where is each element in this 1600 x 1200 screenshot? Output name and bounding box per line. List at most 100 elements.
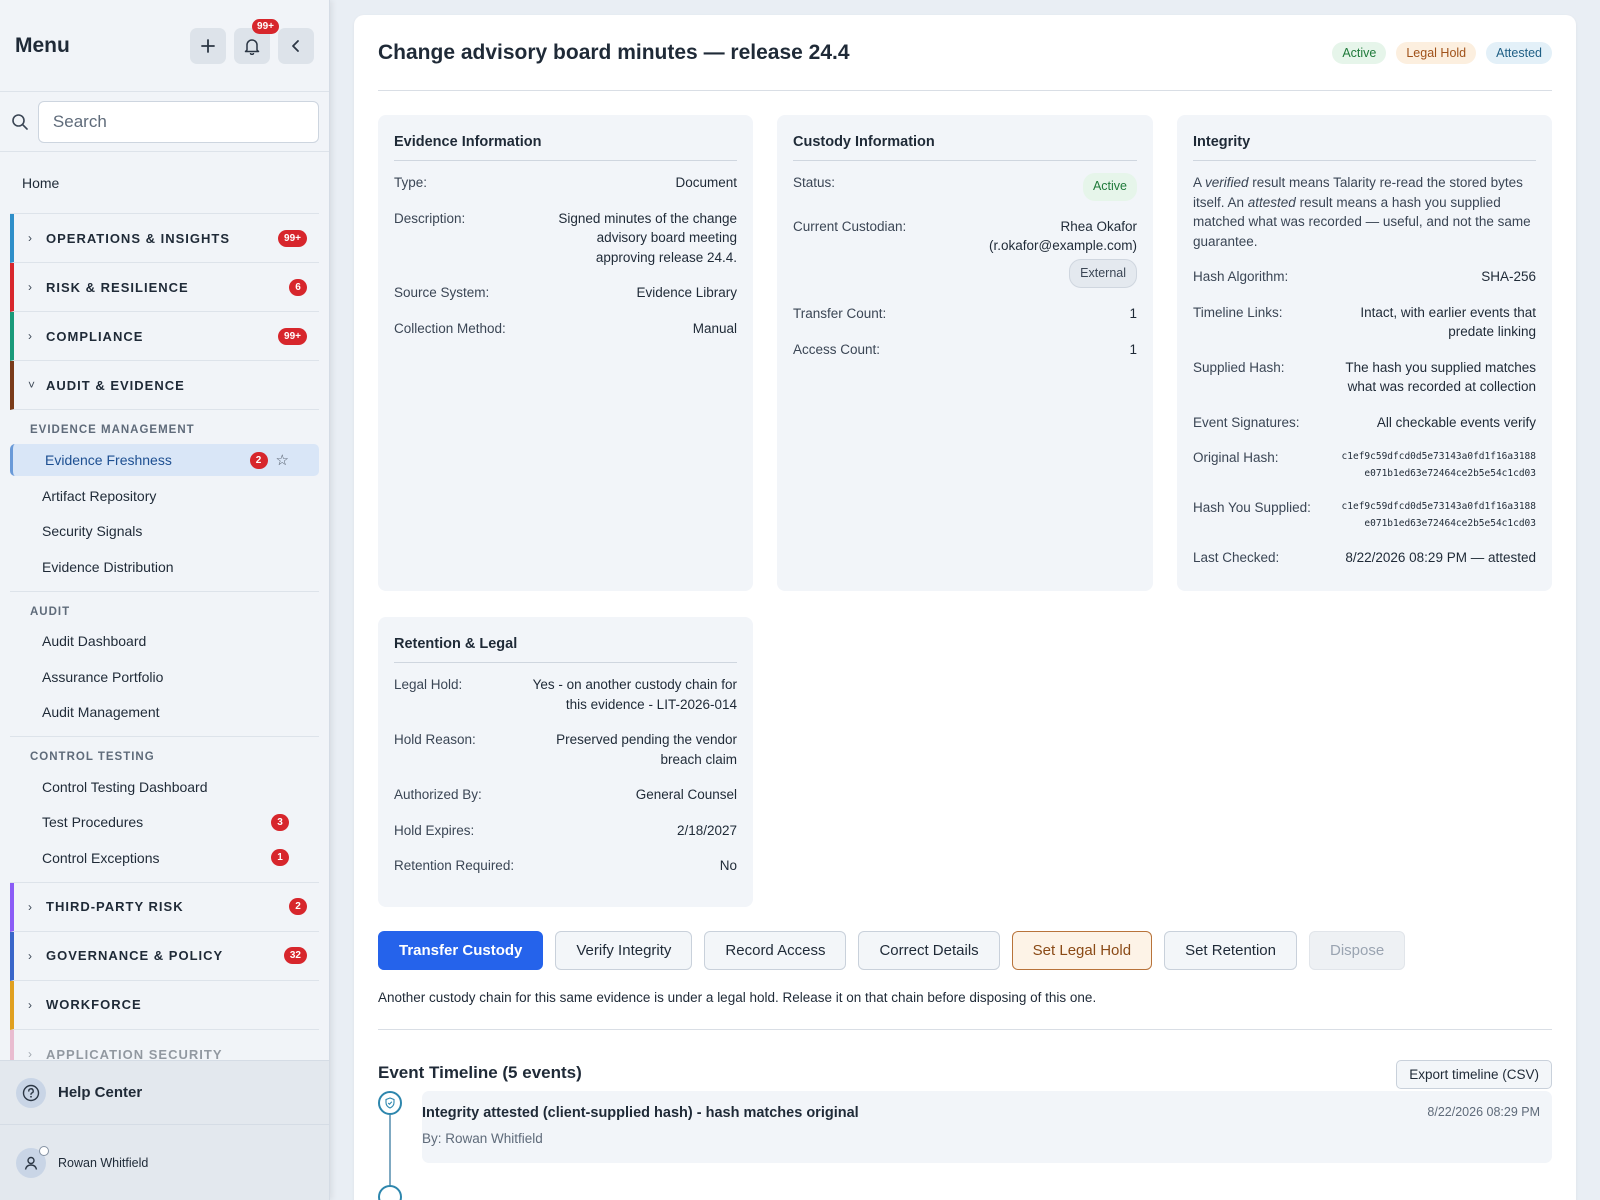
sidebar-item-home[interactable]: Home xyxy=(10,152,319,214)
sidebar-item-assurance-portfolio[interactable]: Assurance Portfolio xyxy=(10,659,319,695)
action-bar: Transfer Custody Verify Integrity Record… xyxy=(378,931,1552,970)
field-label: Transfer Count: xyxy=(793,306,887,321)
sidebar: Menu 99+ Home › OPERATIONS & INSIGHTS 99… xyxy=(0,0,330,1200)
section-third-party-risk[interactable]: › THIRD-PARTY RISK 2 xyxy=(10,882,319,932)
section-label: AUDIT & EVIDENCE xyxy=(46,377,185,393)
user-profile[interactable]: Rowan Whitfield xyxy=(0,1124,329,1200)
main-panel: Change advisory board minutes — release … xyxy=(354,15,1576,1200)
count-badge: 2 xyxy=(249,451,268,469)
timeline-header: Event Timeline (5 events) Export timelin… xyxy=(378,1056,1552,1089)
field-value: 1 xyxy=(1129,341,1137,357)
user-name: Rowan Whitfield xyxy=(58,1155,149,1170)
field-value: All checkable events verify xyxy=(1376,414,1536,430)
integrity-explainer: A verified result means Talarity re-read… xyxy=(1193,173,1536,251)
field-value: Intact, with earlier events that predate… xyxy=(1360,304,1536,340)
chevron-right-icon: › xyxy=(28,948,32,963)
item-label: Audit Dashboard xyxy=(42,633,147,650)
group-heading: AUDIT xyxy=(30,605,71,618)
sidebar-item-security-signals[interactable]: Security Signals xyxy=(10,514,319,550)
custodian-name: Rhea Okafor xyxy=(1060,218,1137,234)
count-badge: 3 xyxy=(271,813,289,831)
field-label: Timeline Links: xyxy=(1193,304,1283,320)
record-access-button[interactable]: Record Access xyxy=(704,931,847,970)
section-operations-insights[interactable]: › OPERATIONS & INSIGHTS 99+ xyxy=(10,214,319,263)
set-legal-hold-button[interactable]: Set Legal Hold xyxy=(1011,931,1153,970)
sidebar-item-artifact-repository[interactable]: Artifact Repository xyxy=(10,478,319,514)
section-workforce[interactable]: › WORKFORCE xyxy=(10,980,319,1030)
sidebar-item-audit-dashboard[interactable]: Audit Dashboard xyxy=(10,624,319,660)
sidebar-item-evidence-freshness[interactable]: Evidence Freshness 2 ☆ xyxy=(10,444,319,476)
timeline-event: Integrity attested (client-supplied hash… xyxy=(422,1091,1552,1163)
retention-legal-card: Retention & Legal Legal Hold: Yes - on an… xyxy=(378,617,753,907)
field-label: Hash You Supplied: xyxy=(1193,500,1311,515)
field-source-system: Source System: Evidence Library xyxy=(394,283,737,303)
correct-details-button[interactable]: Correct Details xyxy=(858,931,1000,970)
field-label: Status: xyxy=(793,175,836,190)
external-badge: External xyxy=(1069,258,1137,288)
help-icon xyxy=(16,1077,46,1108)
section-label: WORKFORCE xyxy=(46,997,142,1012)
notifications-button[interactable]: 99+ xyxy=(234,18,279,64)
item-label: Artifact Repository xyxy=(42,487,157,504)
sidebar-item-test-procedures[interactable]: Test Procedures 3 xyxy=(10,805,319,841)
sidebar-nav: Home › OPERATIONS & INSIGHTS 99+ › RISK … xyxy=(0,152,329,1079)
item-label: Control Exceptions xyxy=(42,849,160,866)
item-label: Security Signals xyxy=(42,523,143,540)
chevron-right-icon: › xyxy=(28,280,32,294)
sidebar-item-control-testing-dashboard[interactable]: Control Testing Dashboard xyxy=(10,769,319,805)
sidebar-item-audit-management[interactable]: Audit Management xyxy=(10,695,319,731)
status-badge: Active xyxy=(1082,173,1137,201)
chevron-right-icon: › xyxy=(28,329,32,343)
field-label: Legal Hold: xyxy=(394,677,463,692)
sidebar-item-evidence-distribution[interactable]: Evidence Distribution xyxy=(10,549,319,585)
sidebar-item-control-exceptions[interactable]: Control Exceptions 1 xyxy=(10,840,319,876)
field-collection-method: Collection Method: Manual xyxy=(394,319,737,339)
item-label: Test Procedures xyxy=(42,814,144,831)
field-value: Signed minutes of the change advisory bo… xyxy=(558,210,737,265)
help-center-link[interactable]: Help Center xyxy=(0,1060,329,1124)
chevron-right-icon: › xyxy=(28,1047,32,1061)
count-badge: 1 xyxy=(271,849,289,867)
star-icon[interactable]: ☆ xyxy=(276,451,289,469)
explainer-emphasis: attested xyxy=(1247,194,1296,210)
card-heading: Evidence Information xyxy=(394,115,737,161)
section-label: GOVERNANCE & POLICY xyxy=(46,948,224,963)
card-heading: Custody Information xyxy=(793,115,1137,161)
chevron-right-icon: › xyxy=(28,899,32,914)
export-timeline-button[interactable]: Export timeline (CSV) xyxy=(1396,1060,1552,1089)
collapse-sidebar-button[interactable] xyxy=(278,27,314,64)
add-button[interactable] xyxy=(190,27,226,64)
section-governance-policy[interactable]: › GOVERNANCE & POLICY 32 xyxy=(10,931,319,981)
field-label: Original Hash: xyxy=(1193,450,1279,465)
set-retention-button[interactable]: Set Retention xyxy=(1164,931,1297,970)
group-heading: EVIDENCE MANAGEMENT xyxy=(30,424,195,436)
info-cards: Evidence Information Type: Document Descr… xyxy=(378,115,1552,591)
verify-integrity-button[interactable]: Verify Integrity xyxy=(555,931,693,970)
evidence-information-card: Evidence Information Type: Document Descr… xyxy=(378,115,753,591)
field-legal-hold: Legal Hold: Yes - on another custody chai… xyxy=(394,675,737,714)
group-heading: CONTROL TESTING xyxy=(30,751,155,763)
field-value: Manual xyxy=(692,320,737,336)
count-badge: 32 xyxy=(283,947,307,964)
section-label: COMPLIANCE xyxy=(46,328,144,344)
avatar xyxy=(16,1145,49,1178)
hash-line: e071b1ed63e72464ce2b5e54c1cd03 xyxy=(1364,468,1536,479)
field-hold-expires: Hold Expires: 2/18/2027 xyxy=(394,821,737,841)
search-icon xyxy=(10,113,30,131)
field-current-custodian: Current Custodian: Rhea Okafor (r.okafor… xyxy=(793,217,1137,288)
search-input[interactable] xyxy=(37,100,319,143)
field-original-hash: Original Hash: c1ef9c59dfcd0d5e73143a0fd1… xyxy=(1193,448,1536,482)
field-label: Description: xyxy=(394,210,466,226)
field-label: Hold Reason: xyxy=(394,732,476,747)
field-label: Last Checked: xyxy=(1193,550,1280,565)
section-audit-evidence[interactable]: ˅ AUDIT & EVIDENCE xyxy=(10,361,319,410)
count-badge: 2 xyxy=(289,898,307,915)
sidebar-header: Menu 99+ xyxy=(0,0,329,92)
bell-icon xyxy=(244,38,260,55)
section-label: THIRD-PARTY RISK xyxy=(46,899,184,914)
section-label: RISK & RESILIENCE xyxy=(46,279,189,295)
field-label: Collection Method: xyxy=(394,320,506,336)
transfer-custody-button[interactable]: Transfer Custody xyxy=(378,931,544,970)
section-risk-resilience[interactable]: › RISK & RESILIENCE 6 xyxy=(10,263,319,312)
section-compliance[interactable]: › COMPLIANCE 99+ xyxy=(10,312,319,361)
